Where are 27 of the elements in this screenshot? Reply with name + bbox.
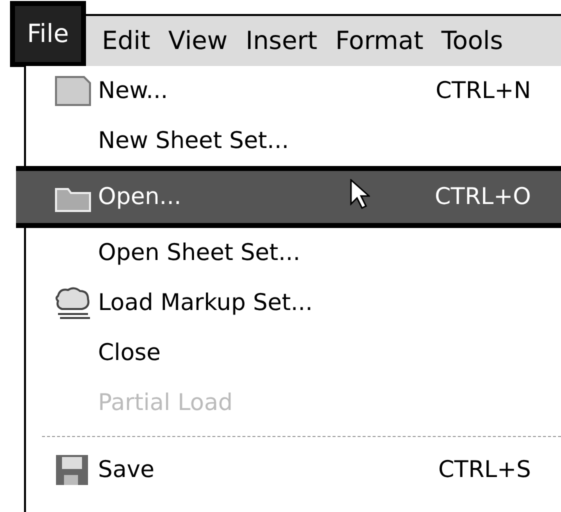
menu-item[interactable]: New... CTRL+N: [26, 66, 561, 116]
menu-item-label: Close: [98, 338, 161, 368]
menu-item[interactable]: Close: [26, 328, 561, 378]
menu-item-label: Partial Load: [98, 388, 233, 418]
shortcut-label: CTRL+O: [434, 182, 531, 212]
menu-item-label: Load Markup Set...: [98, 288, 313, 318]
shortcut-label: CTRL+N: [436, 76, 531, 106]
cursor-icon: [350, 179, 370, 209]
menu-item[interactable]: Open Sheet Set...: [26, 228, 561, 278]
menu-item-label: New Sheet Set...: [98, 126, 289, 156]
menu-bar-item[interactable]: Tools: [439, 22, 506, 60]
menu-item[interactable]: Save CTRL+S: [26, 445, 561, 495]
menu-item-label: Save: [98, 456, 154, 485]
menu-item-label: Open...: [98, 182, 182, 212]
shortcut-label: CTRL+S: [438, 456, 531, 485]
menu-item-label: Open Sheet Set...: [98, 238, 300, 268]
page-icon: [54, 75, 92, 107]
menu-bar-item[interactable]: View: [166, 22, 230, 60]
menu-bar-item[interactable]: Edit: [100, 22, 152, 60]
menu-bar-item[interactable]: Format: [333, 22, 426, 60]
menu-item-label: New...: [98, 76, 168, 106]
menu-item[interactable]: New Sheet Set...: [26, 116, 561, 166]
menu-bar-item[interactable]: File: [10, 1, 86, 67]
menu-bar-item[interactable]: Insert: [244, 22, 320, 60]
menu-item[interactable]: Open... CTRL+O: [16, 166, 561, 228]
menu-item[interactable]: Load Markup Set...: [26, 278, 561, 328]
cloud-icon: [54, 286, 92, 320]
